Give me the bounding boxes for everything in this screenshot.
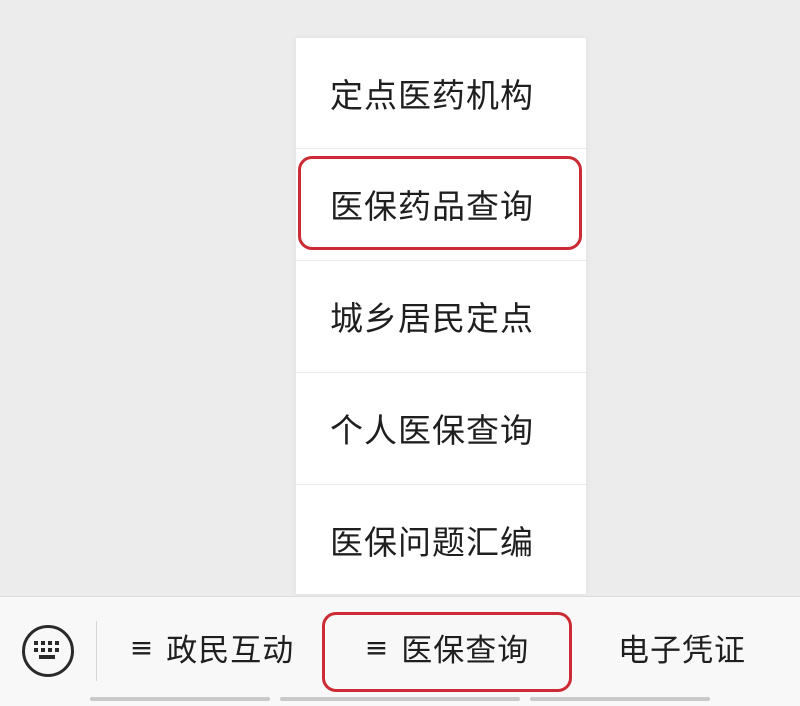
tab-indicator bbox=[90, 697, 270, 701]
tab-label: 电子凭证 bbox=[618, 632, 746, 669]
tab-indicator bbox=[280, 697, 520, 701]
submenu-item-label: 医保问题汇编 bbox=[330, 523, 534, 562]
submenu-item-label: 定点医药机构 bbox=[330, 76, 534, 115]
submenu-item-personal-query[interactable]: 个人医保查询 bbox=[296, 373, 586, 483]
tab-label: 政民互动 bbox=[166, 632, 295, 669]
tab-indicator bbox=[530, 697, 710, 701]
chat-screen: 定点医药机构 医保药品查询 城乡居民定点 个人医保查询 医保问题汇编 ≡ 政民互… bbox=[0, 0, 800, 706]
submenu-item-designated-institutions[interactable]: 定点医药机构 bbox=[296, 38, 586, 148]
tab-e-certificate[interactable]: 电子凭证 bbox=[584, 597, 780, 697]
submenu-item-label: 个人医保查询 bbox=[330, 411, 534, 450]
submenu-popup: 定点医药机构 医保药品查询 城乡居民定点 个人医保查询 医保问题汇编 bbox=[296, 38, 586, 594]
submenu-item-label: 城乡居民定点 bbox=[330, 299, 534, 338]
bar-separator bbox=[96, 621, 97, 681]
submenu-item-faq[interactable]: 医保问题汇编 bbox=[296, 485, 586, 595]
menu-lines-icon: ≡ bbox=[129, 630, 155, 664]
keyboard-icon[interactable] bbox=[22, 625, 74, 677]
highlight-annotation bbox=[322, 612, 572, 692]
submenu-item-resident-designated[interactable]: 城乡居民定点 bbox=[296, 261, 586, 371]
tab-gov-interaction[interactable]: ≡ 政民互动 bbox=[104, 597, 320, 697]
highlight-annotation bbox=[298, 156, 582, 250]
